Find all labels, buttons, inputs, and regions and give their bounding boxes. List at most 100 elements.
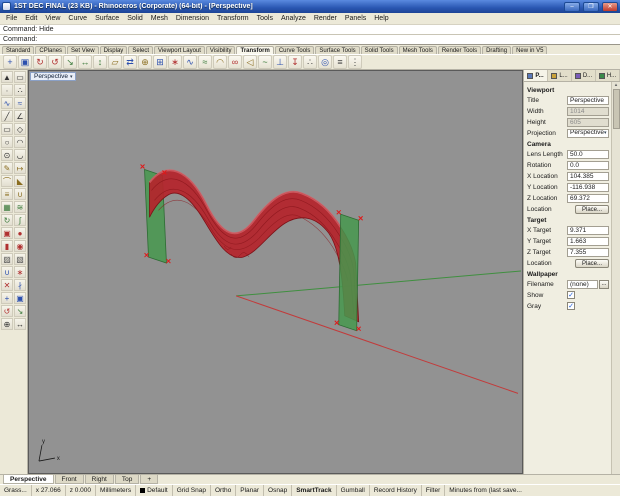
toolbar-tab[interactable]: Curve Tools: [275, 46, 315, 54]
menu-item[interactable]: Analyze: [277, 15, 310, 22]
viewport-tab[interactable]: Front: [55, 475, 84, 484]
toolbar-tab[interactable]: Solid Tools: [361, 46, 398, 54]
gray-checkbox[interactable]: ✓: [567, 302, 575, 310]
tool-palette-icon[interactable]: ◠: [14, 136, 26, 148]
tool-palette-icon[interactable]: ↻: [1, 214, 13, 226]
tool-palette-icon[interactable]: ∪: [14, 188, 26, 200]
viewport-tab[interactable]: Right: [85, 475, 114, 484]
close-button[interactable]: ✕: [602, 2, 618, 12]
toolbar-tab[interactable]: New in V5: [512, 46, 547, 54]
status-segment[interactable]: SmartTrack: [292, 485, 336, 496]
toolbar-tab[interactable]: Transform: [236, 46, 273, 54]
tool-palette-icon[interactable]: ∪: [1, 266, 13, 278]
toolbar-tab[interactable]: Visibility: [206, 46, 236, 54]
toolbar-icon[interactable]: ≡: [333, 55, 347, 69]
toolbar-icon[interactable]: ▣: [18, 55, 32, 69]
toolbar-tab[interactable]: Drafting: [482, 46, 511, 54]
panel-tab[interactable]: D...: [572, 70, 596, 81]
toolbar-icon[interactable]: ↘: [63, 55, 77, 69]
tool-palette-icon[interactable]: ↦: [14, 162, 26, 174]
status-segment[interactable]: x 27.066: [32, 485, 66, 496]
tool-palette-icon[interactable]: ◇: [14, 123, 26, 135]
menu-item[interactable]: Solid: [123, 15, 147, 22]
menu-item[interactable]: Curve: [64, 15, 91, 22]
viewport-tab[interactable]: Perspective: [3, 475, 54, 484]
menu-item[interactable]: File: [2, 15, 21, 22]
maximize-button[interactable]: ❐: [583, 2, 599, 12]
tool-palette-icon[interactable]: ◣: [14, 175, 26, 187]
toolbar-icon[interactable]: ▱: [108, 55, 122, 69]
title-bar[interactable]: 1ST DEC FINAL (23 KB) - Rhinoceros (Corp…: [0, 0, 620, 13]
menu-item[interactable]: Tools: [253, 15, 277, 22]
projection-select[interactable]: Perspective ▾: [567, 129, 609, 138]
toolbar-tab[interactable]: Render Tools: [438, 46, 481, 54]
viewport-title-chip[interactable]: Perspective ▾: [30, 72, 76, 81]
toolbar-icon[interactable]: ⋮: [348, 55, 362, 69]
right-plane[interactable]: [339, 214, 359, 330]
menu-item[interactable]: Mesh: [147, 15, 172, 22]
red-surface[interactable]: [150, 170, 359, 321]
status-segment[interactable]: Osnap: [264, 485, 292, 496]
tool-palette-icon[interactable]: ✕: [1, 279, 13, 291]
tool-palette-icon[interactable]: ⌒: [1, 175, 13, 187]
title-field[interactable]: Perspective: [567, 96, 609, 105]
viewport-tab[interactable]: Top: [115, 475, 139, 484]
panel-tab[interactable]: L...: [548, 70, 572, 81]
status-segment[interactable]: Filter: [422, 485, 445, 496]
status-segment[interactable]: Millimeters: [96, 485, 136, 496]
toolbar-icon[interactable]: ∞: [228, 55, 242, 69]
toolbar-tab[interactable]: Viewport Layout: [154, 46, 205, 54]
toolbar-icon[interactable]: ⊞: [153, 55, 167, 69]
status-segment[interactable]: Grass...: [0, 485, 32, 496]
toolbar-icon[interactable]: ∴: [303, 55, 317, 69]
toolbar-icon[interactable]: ∗: [168, 55, 182, 69]
tool-palette-icon[interactable]: ╱: [1, 110, 13, 122]
panel-tab[interactable]: P...: [524, 70, 548, 81]
toolbar-icon[interactable]: ↻: [33, 55, 47, 69]
tool-palette-icon[interactable]: ⊙: [1, 149, 13, 161]
toolbar-icon[interactable]: ~: [258, 55, 272, 69]
toolbar-icon[interactable]: ≈: [198, 55, 212, 69]
status-segment[interactable]: Default: [136, 485, 173, 496]
toolbar-icon[interactable]: ↧: [288, 55, 302, 69]
tool-palette-icon[interactable]: ▭: [14, 71, 26, 83]
menu-item[interactable]: Panels: [341, 15, 370, 22]
toolbar-icon[interactable]: ⊕: [138, 55, 152, 69]
tool-palette-icon[interactable]: ∙: [1, 84, 13, 96]
tool-palette-icon[interactable]: ●: [14, 227, 26, 239]
tool-palette-icon[interactable]: ↔: [14, 318, 26, 330]
x-location-field[interactable]: 104.385: [567, 172, 609, 181]
menu-item[interactable]: View: [41, 15, 64, 22]
z-target-field[interactable]: 7.355: [567, 248, 609, 257]
tool-palette-icon[interactable]: ∤: [14, 279, 26, 291]
toolbar-icon[interactable]: ↺: [48, 55, 62, 69]
minimize-button[interactable]: –: [564, 2, 580, 12]
toolbar-icon[interactable]: ∿: [183, 55, 197, 69]
tool-palette-icon[interactable]: ▮: [1, 240, 13, 252]
toolbar-icon[interactable]: +: [3, 55, 17, 69]
x-target-field[interactable]: 9.371: [567, 226, 609, 235]
tool-palette-icon[interactable]: ▭: [1, 123, 13, 135]
perspective-viewport[interactable]: Perspective ▾: [28, 70, 523, 474]
scroll-up-icon[interactable]: ▴: [615, 82, 618, 88]
status-segment[interactable]: Grid Snap: [173, 485, 211, 496]
tool-palette-icon[interactable]: ≈: [14, 97, 26, 109]
tool-palette-icon[interactable]: ✎: [1, 162, 13, 174]
tool-palette-icon[interactable]: ▧: [14, 253, 26, 265]
tool-palette-icon[interactable]: ▨: [1, 253, 13, 265]
tool-palette-icon[interactable]: ▣: [14, 292, 26, 304]
menu-item[interactable]: Transform: [213, 15, 253, 22]
viewport-tab[interactable]: +: [140, 475, 158, 484]
tool-palette-icon[interactable]: +: [1, 292, 13, 304]
status-segment[interactable]: Minutes from (last save...: [445, 485, 620, 496]
toolbar-tab[interactable]: CPlanes: [35, 46, 66, 54]
toolbar-icon[interactable]: ◎: [318, 55, 332, 69]
toolbar-tab[interactable]: Display: [100, 46, 128, 54]
tool-palette-icon[interactable]: ○: [1, 136, 13, 148]
toolbar-icon[interactable]: ↔: [78, 55, 92, 69]
tool-palette-icon[interactable]: ∿: [1, 97, 13, 109]
target-place-button[interactable]: Place...: [575, 259, 609, 268]
scrollbar-thumb[interactable]: [613, 89, 620, 129]
status-segment[interactable]: Gumball: [337, 485, 370, 496]
tool-palette-icon[interactable]: ▦: [1, 201, 13, 213]
